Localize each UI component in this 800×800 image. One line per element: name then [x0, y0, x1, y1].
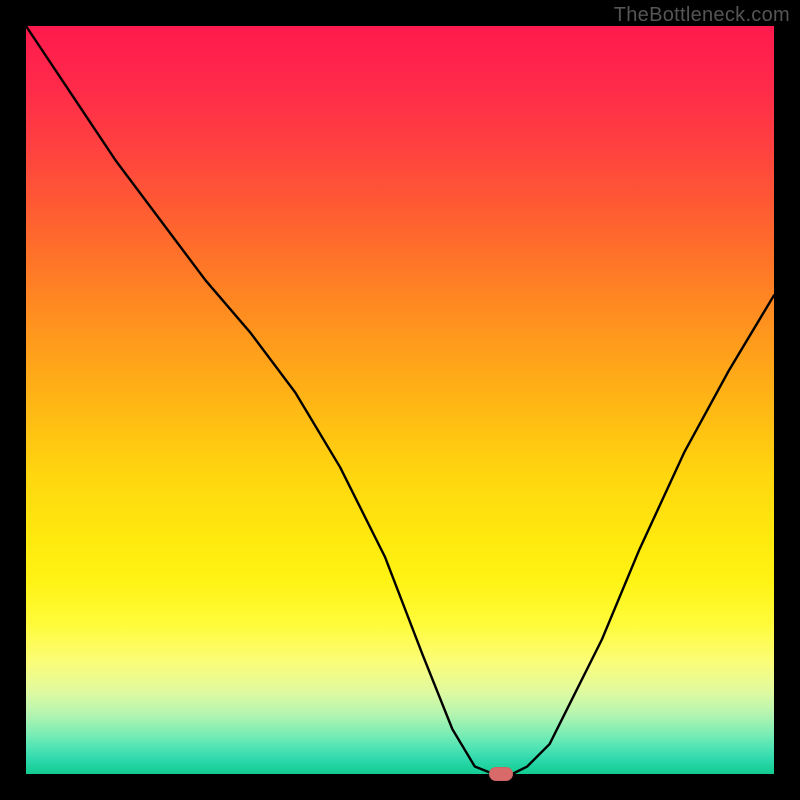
watermark-text: TheBottleneck.com: [614, 4, 790, 27]
plot-area: [26, 26, 774, 774]
bottleneck-curve: [26, 26, 774, 774]
chart-frame: TheBottleneck.com: [0, 0, 800, 800]
optimum-marker: [489, 767, 513, 781]
